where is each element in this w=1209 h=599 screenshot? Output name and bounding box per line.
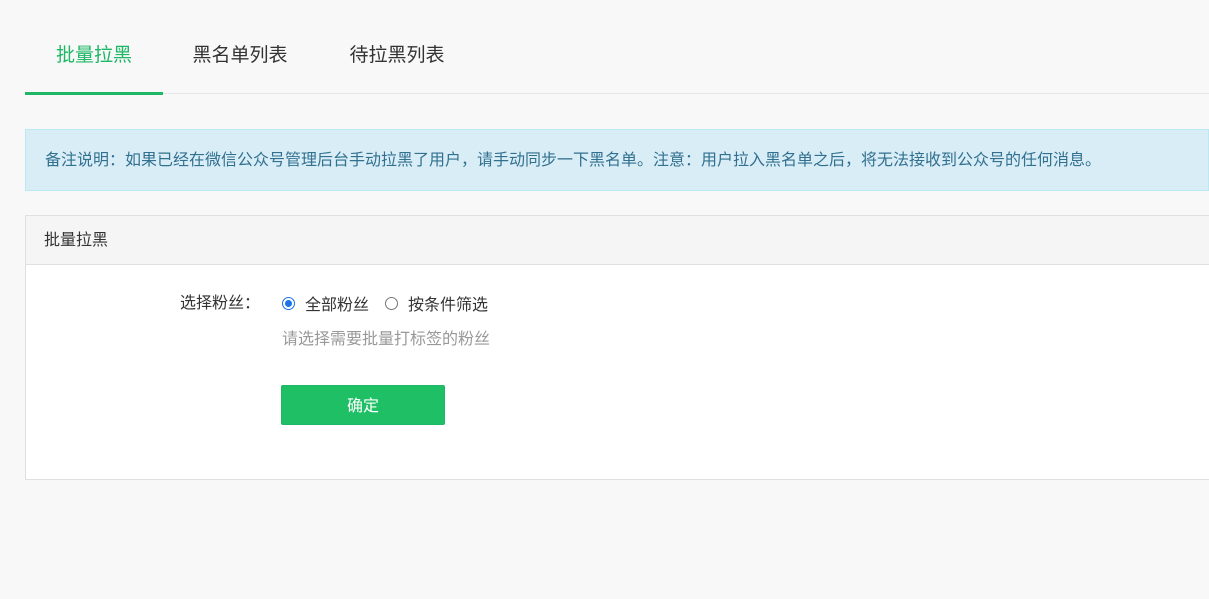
page: 批量拉黑 黑名单列表 待拉黑列表 备注说明：如果已经在微信公众号管理后台手动拉黑… xyxy=(0,0,1209,599)
tab-bar: 批量拉黑 黑名单列表 待拉黑列表 xyxy=(25,17,1209,95)
fans-radio-group: 全部粉丝 按条件筛选 xyxy=(282,292,504,314)
tab-batch-block[interactable]: 批量拉黑 xyxy=(25,17,163,95)
info-alert: 备注说明：如果已经在微信公众号管理后台手动拉黑了用户，请手动同步一下黑名单。注意… xyxy=(25,129,1209,191)
radio-all-fans[interactable]: 全部粉丝 xyxy=(282,291,369,315)
radio-unchecked-icon[interactable] xyxy=(385,296,399,310)
alert-text: 备注说明：如果已经在微信公众号管理后台手动拉黑了用户，请手动同步一下黑名单。注意… xyxy=(45,150,1102,169)
select-fans-label: 选择粉丝： xyxy=(180,293,261,312)
radio-all-fans-label: 全部粉丝 xyxy=(305,295,370,314)
radio-checked-icon[interactable] xyxy=(282,296,295,310)
tab-blacklist[interactable]: 黑名单列表 xyxy=(177,17,303,94)
panel-title: 批量拉黑 xyxy=(26,216,1209,265)
help-text: 请选择需要批量打标签的粉丝 xyxy=(282,329,491,348)
tab-pending-block-list[interactable]: 待拉黑列表 xyxy=(334,17,460,94)
radio-filter-label: 按条件筛选 xyxy=(408,295,489,314)
confirm-button[interactable]: 确定 xyxy=(281,385,445,425)
radio-filter-by-condition[interactable]: 按条件筛选 xyxy=(385,291,488,315)
batch-block-panel: 批量拉黑 选择粉丝： 全部粉丝 按条件筛选 请选择需要批量打标签的粉丝 确定 xyxy=(25,215,1209,480)
